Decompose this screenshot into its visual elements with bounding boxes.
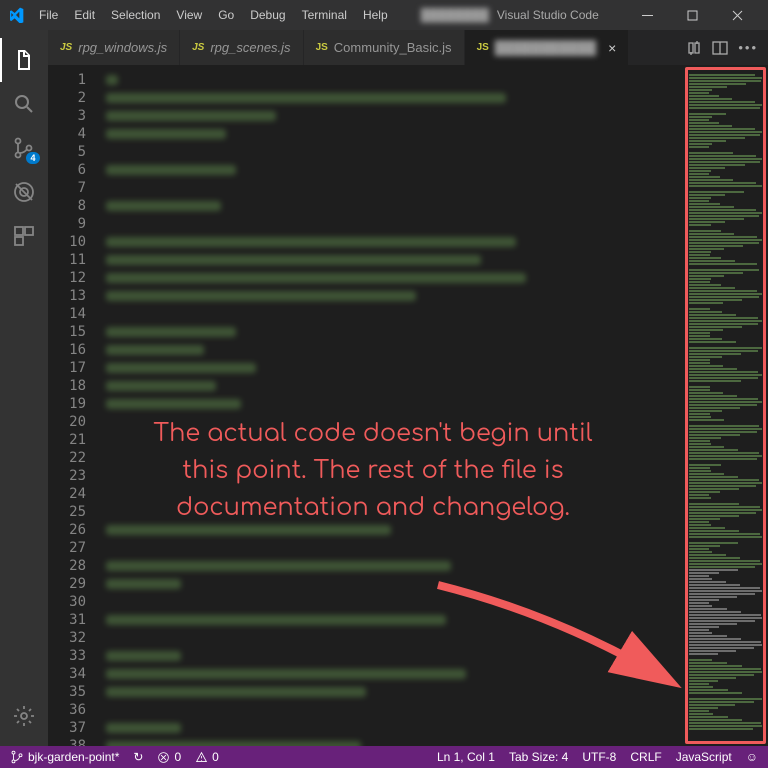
menu-help[interactable]: Help — [356, 4, 395, 26]
activity-settings[interactable] — [0, 694, 48, 738]
tab-label: ███████████ — [495, 40, 596, 55]
minimap[interactable] — [683, 65, 768, 746]
activity-debug[interactable] — [0, 170, 48, 214]
tab-community-basic[interactable]: JS Community_Basic.js — [304, 30, 465, 65]
line-numbers-gutter: 1234567891011121314151617181920212223242… — [48, 65, 100, 746]
status-tabsize[interactable]: Tab Size: 4 — [509, 750, 568, 764]
status-sync[interactable]: ↻ — [133, 750, 143, 764]
menu-file[interactable]: File — [32, 4, 65, 26]
split-editor-icon[interactable] — [712, 40, 728, 56]
editor-area: JS rpg_windows.js JS rpg_scenes.js JS Co… — [48, 30, 768, 746]
activity-search[interactable] — [0, 82, 48, 126]
menu-view[interactable]: View — [169, 4, 209, 26]
editor-tabs: JS rpg_windows.js JS rpg_scenes.js JS Co… — [48, 30, 768, 65]
menu-selection[interactable]: Selection — [104, 4, 167, 26]
close-icon[interactable]: × — [608, 40, 616, 56]
tab-rpg-scenes[interactable]: JS rpg_scenes.js — [180, 30, 303, 65]
window-maximize-button[interactable] — [670, 0, 715, 30]
vscode-logo-icon — [8, 7, 24, 23]
status-errors[interactable]: 0 — [157, 750, 181, 764]
window-minimize-button[interactable] — [625, 0, 670, 30]
menu-debug[interactable]: Debug — [243, 4, 292, 26]
window-close-button[interactable] — [715, 0, 760, 30]
status-eol[interactable]: CRLF — [630, 750, 661, 764]
status-bar: bjk-garden-point* ↻ 0 0 Ln 1, Col 1 Tab … — [0, 746, 768, 768]
menu-edit[interactable]: Edit — [67, 4, 102, 26]
menu-bar: File Edit Selection View Go Debug Termin… — [32, 4, 395, 26]
activity-bar: 4 — [0, 30, 48, 746]
menu-go[interactable]: Go — [211, 4, 241, 26]
annotation-text: The actual code doesn't begin until this… — [148, 415, 598, 527]
tab-label: rpg_scenes.js — [210, 40, 290, 55]
js-file-icon: JS — [60, 42, 72, 53]
status-warnings[interactable]: 0 — [195, 750, 219, 764]
tab-rpg-windows[interactable]: JS rpg_windows.js — [48, 30, 180, 65]
js-file-icon: JS — [192, 42, 204, 53]
activity-explorer[interactable] — [0, 38, 48, 82]
menu-terminal[interactable]: Terminal — [295, 4, 354, 26]
js-file-icon: JS — [477, 42, 489, 53]
title-bar: File Edit Selection View Go Debug Termin… — [0, 0, 768, 30]
js-file-icon: JS — [316, 42, 328, 53]
status-cursor[interactable]: Ln 1, Col 1 — [437, 750, 495, 764]
tab-label: rpg_windows.js — [78, 40, 167, 55]
activity-extensions[interactable] — [0, 214, 48, 258]
window-title-file: ████████ — [421, 8, 489, 22]
scm-badge: 4 — [26, 152, 40, 164]
status-encoding[interactable]: UTF-8 — [582, 750, 616, 764]
status-language[interactable]: JavaScript — [676, 750, 732, 764]
compare-changes-icon[interactable] — [686, 40, 702, 56]
annotation-arrow-icon — [428, 575, 688, 705]
tab-active-obscured[interactable]: JS ███████████ × — [465, 30, 630, 65]
status-branch[interactable]: bjk-garden-point* — [10, 750, 119, 764]
more-actions-icon[interactable]: ••• — [738, 40, 758, 55]
status-feedback-icon[interactable]: ☺ — [746, 750, 758, 764]
window-title-app: Visual Studio Code — [497, 8, 599, 22]
window-title: ████████ Visual Studio Code — [395, 8, 625, 22]
tab-label: Community_Basic.js — [334, 40, 452, 55]
activity-scm[interactable]: 4 — [0, 126, 48, 170]
